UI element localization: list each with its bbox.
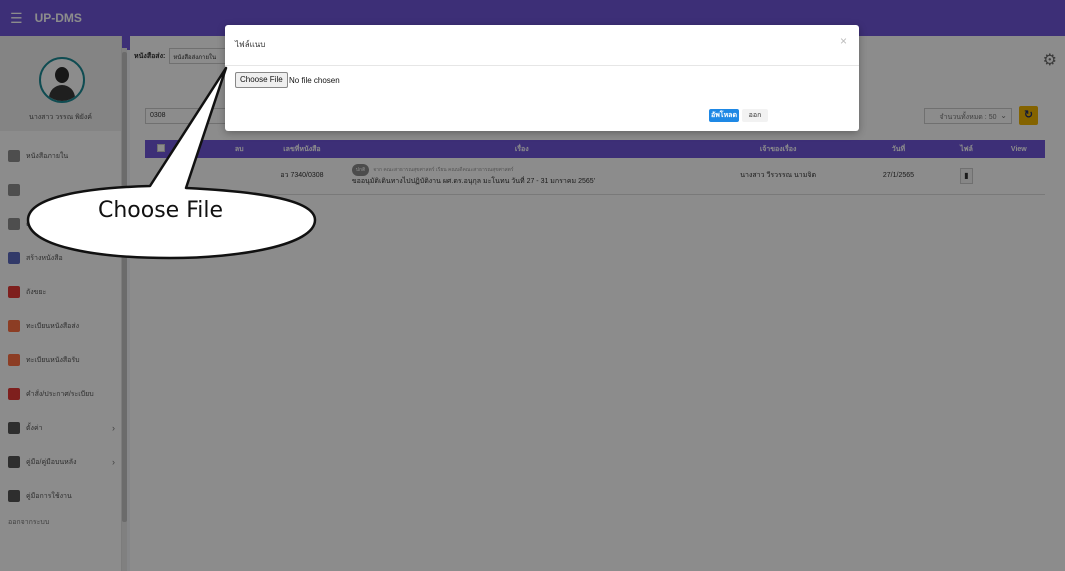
modal-title: ไฟล์แนบ: [235, 40, 266, 49]
file-status-text: No file chosen: [289, 76, 340, 85]
callout-text: Choose File: [98, 198, 224, 223]
attachment-modal: ไฟล์แนบ × Choose File No file chosen อัพ…: [225, 25, 859, 131]
close-icon[interactable]: ×: [840, 34, 847, 48]
modal-divider: [225, 65, 859, 66]
upload-button[interactable]: อัพโหลด: [709, 109, 739, 122]
choose-file-button[interactable]: Choose File: [235, 72, 288, 88]
exit-button[interactable]: ออก: [742, 109, 768, 122]
